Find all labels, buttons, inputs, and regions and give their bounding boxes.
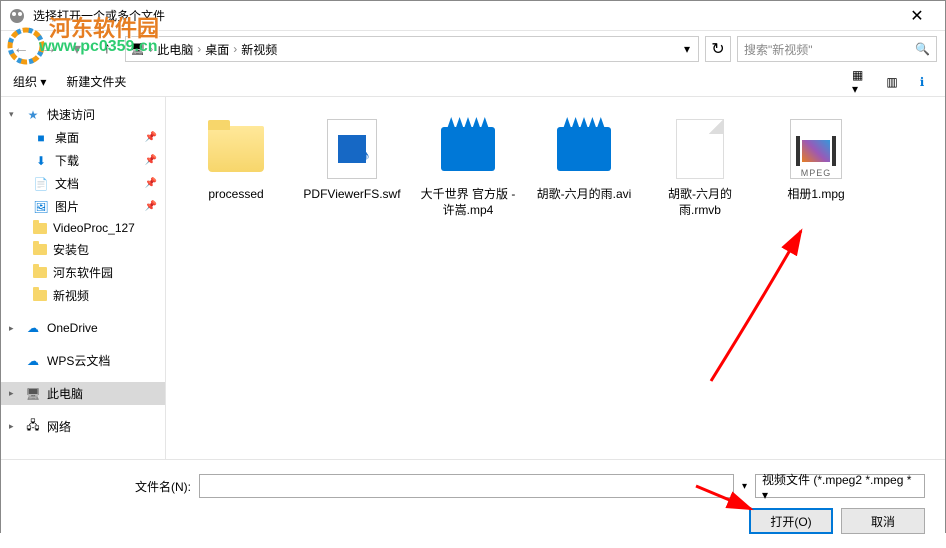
sidebar-wps[interactable]: ☁WPS云文档 [1, 349, 165, 372]
app-icon [9, 8, 25, 24]
search-icon: 🔍 [915, 42, 930, 56]
file-item-rmvb[interactable]: 胡歌-六月的雨.rmvb [646, 113, 754, 222]
breadcrumb[interactable]: 🖥 › 此电脑 › 桌面 › 新视频 ▾ [125, 36, 699, 62]
forward-button: → [37, 37, 61, 61]
sidebar-videoproc[interactable]: VideoProc_127 [1, 218, 165, 238]
breadcrumb-part[interactable]: 桌面 [205, 41, 229, 58]
back-button[interactable]: ← [9, 37, 33, 61]
search-input[interactable]: 搜索"新视频" 🔍 [737, 36, 937, 62]
up-button[interactable]: ↑ [95, 37, 119, 61]
file-item-swf[interactable]: ♪ PDFViewerFS.swf [298, 113, 406, 222]
breadcrumb-pc-icon: 🖥 [130, 42, 145, 56]
sidebar-hedong[interactable]: 河东软件园 [1, 261, 165, 284]
blank-file-icon [676, 119, 724, 179]
navbar: ← → ▾ ↑ 🖥 › 此电脑 › 桌面 › 新视频 ▾ ↻ 搜索"新视频" 🔍 [1, 31, 945, 67]
sidebar-install[interactable]: 安装包 [1, 238, 165, 261]
breadcrumb-dropdown[interactable]: ▾ [680, 42, 694, 56]
help-button[interactable]: ℹ [911, 71, 933, 93]
filename-input[interactable] [199, 474, 734, 498]
filename-label: 文件名(N): [135, 478, 191, 495]
sidebar-documents[interactable]: 📄文档📌 [1, 172, 165, 195]
cancel-button[interactable]: 取消 [841, 508, 925, 534]
close-button[interactable]: ✕ [897, 6, 937, 26]
breadcrumb-part[interactable]: 此电脑 [157, 41, 193, 58]
sidebar-newvideo[interactable]: 新视频 [1, 284, 165, 307]
sidebar-thispc[interactable]: ▸🖥此电脑 [1, 382, 165, 405]
file-grid: processed ♪ PDFViewerFS.swf 大千世界 官方版 - 许… [166, 97, 945, 459]
file-item-mp4[interactable]: 大千世界 官方版 - 许嵩.mp4 [414, 113, 522, 222]
sidebar: ▾★快速访问 ■桌面📌 ⬇下载📌 📄文档📌 🖼图片📌 VideoProc_127… [1, 97, 166, 459]
sidebar-downloads[interactable]: ⬇下载📌 [1, 149, 165, 172]
view-details-button[interactable]: ▥ [881, 71, 903, 93]
toolbar: 组织 ▾ 新建文件夹 ▦ ▾ ▥ ℹ [1, 67, 945, 97]
video-icon [441, 127, 495, 171]
sidebar-pictures[interactable]: 🖼图片📌 [1, 195, 165, 218]
titlebar: 选择打开一个或多个文件 ✕ [1, 1, 945, 31]
sidebar-network[interactable]: ▸🖧网络 [1, 415, 165, 438]
breadcrumb-part[interactable]: 新视频 [241, 41, 277, 58]
newfolder-button[interactable]: 新建文件夹 [66, 73, 126, 90]
view-icons-button[interactable]: ▦ ▾ [851, 71, 873, 93]
file-item-mpg[interactable]: MPEG 相册1.mpg [762, 113, 870, 222]
window-title: 选择打开一个或多个文件 [33, 7, 897, 24]
sidebar-onedrive[interactable]: ▸☁OneDrive [1, 317, 165, 339]
open-button[interactable]: 打开(O) [749, 508, 833, 534]
mpeg-icon: MPEG [790, 119, 842, 179]
file-item-avi[interactable]: 胡歌-六月的雨.avi [530, 113, 638, 222]
footer: 文件名(N): ▾ 视频文件 (*.mpeg2 *.mpeg * ▾ 打开(O)… [1, 459, 945, 548]
sidebar-desktop[interactable]: ■桌面📌 [1, 126, 165, 149]
filetype-filter[interactable]: 视频文件 (*.mpeg2 *.mpeg * ▾ [755, 474, 925, 498]
sidebar-quick-access[interactable]: ▾★快速访问 [1, 103, 165, 126]
organize-button[interactable]: 组织 ▾ [13, 73, 46, 90]
file-item-folder[interactable]: processed [182, 113, 290, 222]
refresh-button[interactable]: ↻ [705, 36, 731, 62]
history-dropdown[interactable]: ▾ [65, 37, 89, 61]
swf-icon: ♪ [327, 119, 377, 179]
folder-icon [208, 126, 264, 172]
video-icon [557, 127, 611, 171]
